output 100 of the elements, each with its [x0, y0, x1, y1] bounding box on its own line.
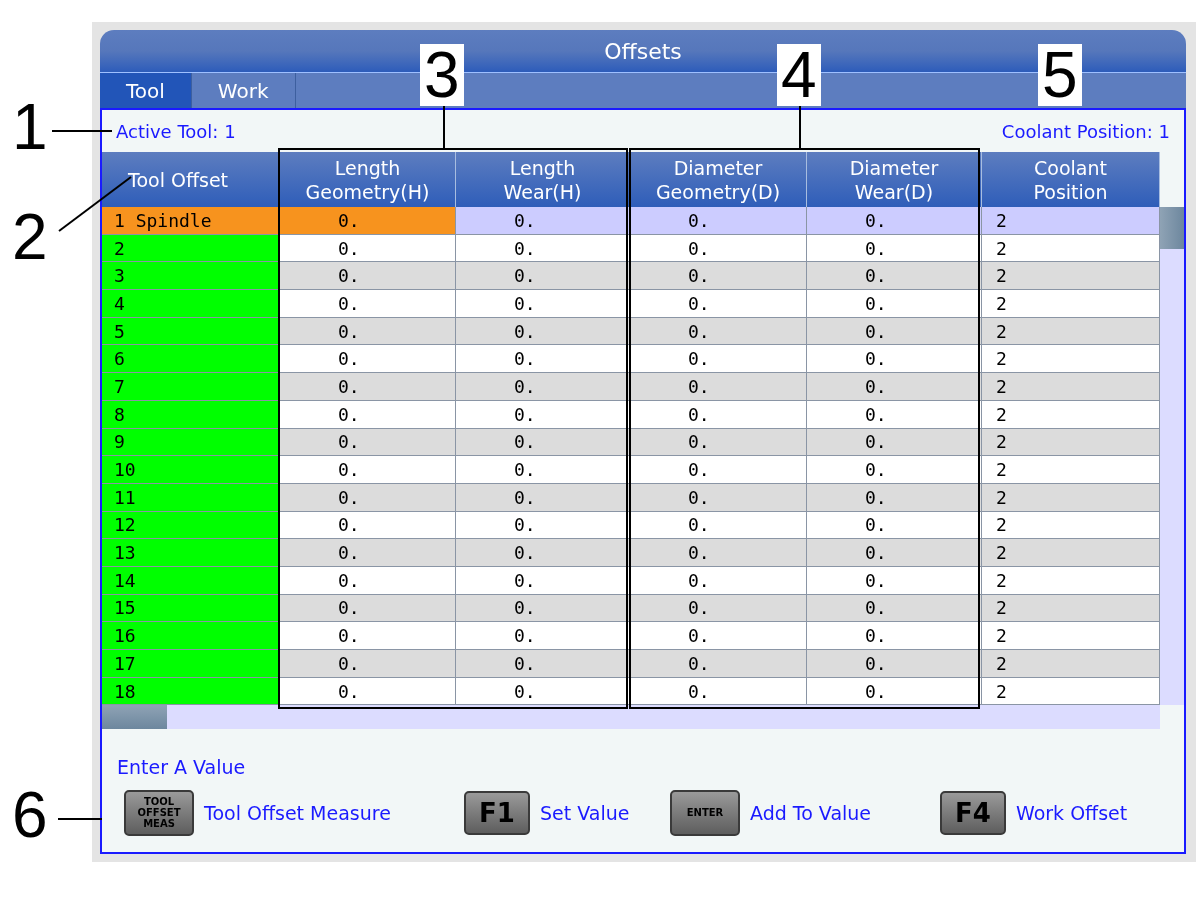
column-header: Tool Offset [102, 152, 280, 207]
leader-line [58, 818, 102, 820]
offset-cell[interactable]: 1 Spindle [102, 207, 280, 235]
table-cell: 0. [456, 290, 630, 318]
table-cell: 0. [456, 677, 630, 706]
table-cell: 0. [807, 566, 982, 595]
table-cell: 0. [807, 594, 982, 623]
table-cell: 0. [630, 622, 807, 650]
scrollbar-thumb[interactable] [1160, 207, 1184, 249]
key-icon: F4 [940, 790, 1006, 835]
column-header: Coolant Position [982, 152, 1160, 207]
horizontal-scrollbar[interactable] [102, 705, 1160, 730]
callout-number: 2 [11, 206, 49, 268]
offset-cell[interactable]: 5 [102, 317, 280, 346]
offset-cell[interactable]: 2 [102, 234, 280, 263]
table-cell: 0. [456, 317, 630, 346]
table-cell: 0. [807, 483, 982, 512]
table-cell: 0. [456, 456, 630, 484]
key-icon: TOOL OFFSET MEAS [124, 789, 194, 836]
table-cell: 0. [456, 262, 630, 291]
table-cell: 0. [456, 373, 630, 401]
table-cell: 0. [630, 456, 807, 484]
table-cell: 2 [982, 566, 1160, 595]
active-tool-label: Active Tool: 1 [116, 119, 236, 144]
table-cell: 0. [456, 428, 630, 457]
callout-number: 5 [1038, 44, 1082, 106]
table-cell: 0. [456, 650, 630, 678]
leader-line [52, 130, 112, 132]
table-cell: 2 [982, 594, 1160, 623]
table-cell: 0. [630, 511, 807, 540]
table-cell: 0. [630, 207, 807, 235]
table-cell: 0. [630, 345, 807, 374]
table-cell: 2 [982, 317, 1160, 346]
table-cell: 0. [280, 290, 456, 318]
offset-cell[interactable]: 3 [102, 262, 280, 291]
offset-cell[interactable]: 14 [102, 566, 280, 595]
leader-line [443, 104, 445, 148]
table-cell: 0. [807, 650, 982, 678]
callout-number: 1 [11, 96, 49, 158]
table-cell: 0. [630, 566, 807, 595]
table-cell: 2 [982, 428, 1160, 457]
table-cell: 0. [280, 650, 456, 678]
offset-cell[interactable]: 6 [102, 345, 280, 374]
table-cell: 0. [456, 483, 630, 512]
coolant-position-label: Coolant Position: 1 [1001, 119, 1170, 144]
offset-cell[interactable]: 18 [102, 677, 280, 706]
table-cell: 0. [630, 317, 807, 346]
table-cell: 0. [630, 677, 807, 706]
table-cell: 2 [982, 400, 1160, 429]
table-cell: 0. [630, 373, 807, 401]
table-cell: 2 [982, 290, 1160, 318]
offset-cell[interactable]: 11 [102, 483, 280, 512]
column-header: Diameter Geometry(D) [630, 152, 807, 207]
table-cell: 0. [280, 262, 456, 291]
table-cell: 0. [630, 290, 807, 318]
table-cell: 2 [982, 207, 1160, 235]
table-cell: 0. [630, 650, 807, 678]
table-cell: 0. [456, 345, 630, 374]
table-cell: 0. [630, 234, 807, 263]
offset-cell[interactable]: 12 [102, 511, 280, 540]
soft-key-label: Add To Value [750, 800, 872, 826]
table-cell: 0. [280, 594, 456, 623]
table-cell: 0. [456, 511, 630, 540]
table-cell: 2 [982, 373, 1160, 401]
table-cell: 0. [456, 539, 630, 567]
table-cell: 0. [630, 262, 807, 291]
table-cell: 0. [280, 234, 456, 263]
offset-cell[interactable]: 7 [102, 373, 280, 401]
key-icon: ENTER [670, 789, 740, 836]
offset-cell[interactable]: 15 [102, 594, 280, 623]
table-cell: 2 [982, 234, 1160, 263]
window-title: Offsets [604, 37, 682, 66]
table-cell: 0. [280, 622, 456, 650]
offset-cell[interactable]: 8 [102, 400, 280, 429]
offset-cell[interactable]: 10 [102, 456, 280, 484]
table-cell: 0. [807, 262, 982, 291]
offset-cell[interactable]: 9 [102, 428, 280, 457]
column-header: Length Geometry(H) [280, 152, 456, 207]
tab[interactable]: Tool [100, 73, 192, 108]
offset-cell[interactable]: 13 [102, 539, 280, 567]
table-cell: 0. [456, 234, 630, 263]
table-cell: 0. [807, 677, 982, 706]
table-cell: 0. [807, 511, 982, 540]
offset-cell[interactable]: 17 [102, 650, 280, 678]
table-cell: 2 [982, 650, 1160, 678]
table-cell: 0. [280, 400, 456, 429]
table-cell: 2 [982, 483, 1160, 512]
vertical-scrollbar[interactable] [1160, 207, 1184, 706]
table-cell: 2 [982, 511, 1160, 540]
table-cell: 0. [280, 483, 456, 512]
table-cell: 0. [807, 539, 982, 567]
callout-number: 4 [777, 44, 821, 106]
table-cell: 0. [280, 511, 456, 540]
offset-cell[interactable]: 4 [102, 290, 280, 318]
offset-cell[interactable]: 16 [102, 622, 280, 650]
table-cell: 0. [630, 483, 807, 512]
table-cell: 0. [807, 373, 982, 401]
scrollbar-thumb[interactable] [102, 705, 167, 730]
table-cell: 0. [807, 234, 982, 263]
table-cell: 2 [982, 456, 1160, 484]
